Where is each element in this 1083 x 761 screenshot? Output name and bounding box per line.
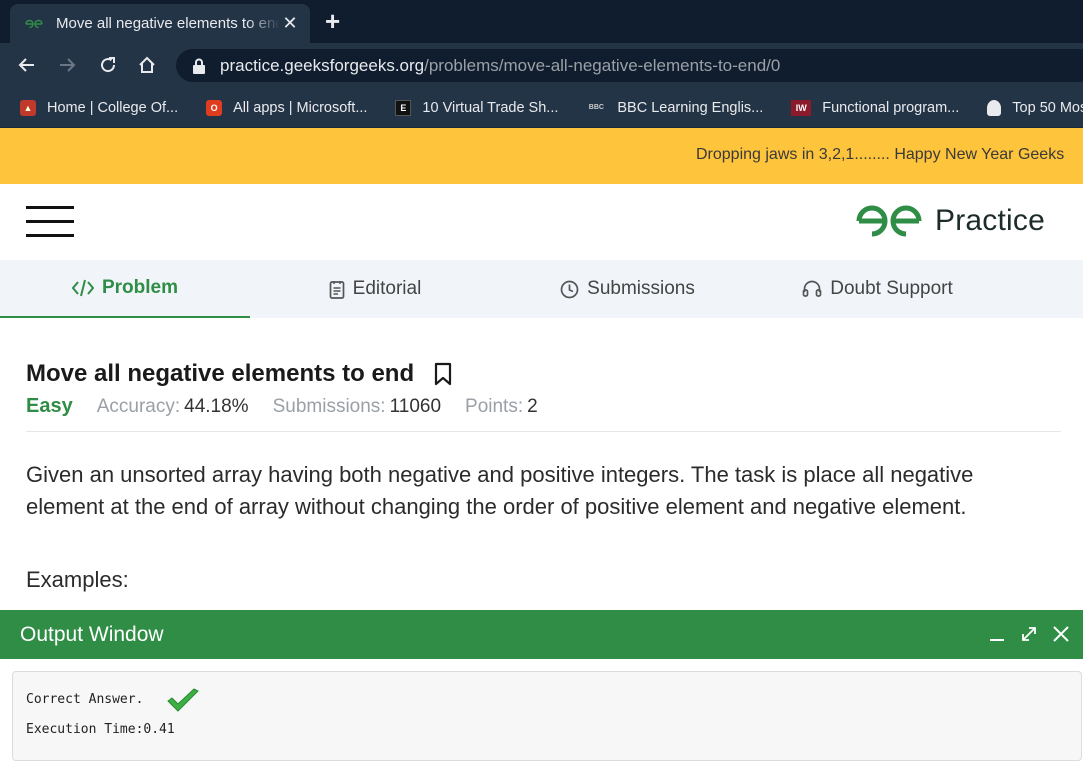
checkmark-icon [167,688,199,712]
tab-editorial[interactable]: Editorial [250,260,500,318]
browser-tab-bar: Move all negative elements to end ✕ + [0,0,1083,43]
logo-text: Practice [935,204,1045,237]
tab-problem[interactable]: Problem [0,260,250,318]
bookmark-label: BBC Learning Englis... [617,99,764,116]
tab-submissions[interactable]: Submissions [500,260,755,318]
home-button[interactable] [134,52,160,78]
meta-divider [26,431,1061,432]
maximize-icon[interactable] [1018,623,1040,645]
execution-time-text: Execution Time:0.41 [26,722,175,737]
forward-button[interactable] [54,52,80,78]
problem-tabs: Problem Editorial Submissions Doubt Supp… [0,260,1083,318]
bookmark-label: Functional program... [822,99,960,116]
office-icon: O [206,99,223,116]
gfg-practice-logo[interactable]: Practice [853,202,1045,240]
problem-title: Move all negative elements to end [26,360,415,387]
problem-title-row: Move all negative elements to end [26,360,452,388]
new-tab-button[interactable]: + [325,7,340,35]
promo-banner: Dropping jaws in 3,2,1........ Happy New… [0,128,1083,184]
tab-label: Problem [101,277,179,298]
bookmark-functional[interactable]: IW Functional program... [791,99,960,116]
problem-meta: Easy Accuracy: 44.18% Submissions: 11060… [26,395,562,418]
output-window-header: Output Window [0,610,1083,659]
clock-icon [560,280,579,299]
accuracy-value: 44.18% [184,396,249,417]
hamburger-menu-icon[interactable] [26,206,74,238]
tab-label: Editorial [352,278,422,299]
output-window-body: Correct Answer. Execution Time:0.41 [0,659,1083,761]
bookmark-microsoft[interactable]: O All apps | Microsoft... [206,99,368,116]
url-domain: practice.geeksforgeeks.org [220,55,425,75]
bookmark-top-50[interactable]: Top 50 Mos [987,99,1083,116]
points-label: Points: [465,396,524,417]
points-value: 2 [527,396,538,417]
banner-text[interactable]: Dropping jaws in 3,2,1........ Happy New… [696,146,1064,164]
bookmark-label: All apps | Microsoft... [233,99,368,116]
tab-doubt-support[interactable]: Doubt Support [755,260,1000,318]
address-bar[interactable]: practice.geeksforgeeks.org/problems/move… [176,49,1083,82]
browser-tab[interactable]: Move all negative elements to end ✕ [10,4,310,43]
reload-icon [101,57,116,73]
code-icon [71,279,94,297]
home-icon [139,56,155,73]
examples-heading: Examples: [26,567,129,592]
difficulty-badge: Easy [26,395,73,417]
bookmark-icon[interactable] [434,362,452,386]
back-button[interactable] [14,52,40,78]
lock-icon [193,58,205,74]
submissions-value: 11060 [389,396,442,417]
accuracy-label: Accuracy: [96,396,181,417]
forward-arrow-icon [60,58,76,72]
tab-title: Move all negative elements to end [56,15,280,32]
document-icon [329,280,345,299]
iw-icon: IW [791,99,812,116]
gfg-favicon-icon [25,19,43,28]
college-icon: ▲ [20,99,36,116]
ef-icon: E [395,99,412,116]
gfg-logo-icon [856,205,922,237]
bookmark-label: Top 50 Mos [1012,99,1083,116]
reload-button[interactable] [95,52,121,78]
bookmark-bbc[interactable]: BBC BBC Learning Englis... [586,100,763,116]
bookmarks-bar: ▲ Home | College Of... O All apps | Micr… [0,88,1083,128]
bookmark-label: Home | College Of... [47,99,179,116]
result-text: Correct Answer. [26,692,144,707]
output-window-title: Output Window [20,623,164,646]
browser-toolbar: practice.geeksforgeeks.org/problems/move… [0,43,1083,88]
ghost-icon [987,99,1002,116]
bookmark-label: 10 Virtual Trade Sh... [422,99,559,116]
tab-label: Submissions [587,278,695,299]
tab-label: Doubt Support [830,278,953,299]
problem-description: Given an unsorted array having both nega… [26,462,974,519]
bookmark-college[interactable]: ▲ Home | College Of... [20,99,179,116]
bbc-icon: BBC [588,104,604,111]
headset-icon [802,280,822,299]
tab-close-icon[interactable]: ✕ [280,13,300,34]
output-console: Correct Answer. Execution Time:0.41 [12,671,1082,761]
back-arrow-icon [18,58,34,72]
close-icon[interactable] [1050,623,1072,645]
url-path: /problems/move-all-negative-elements-to-… [424,55,781,75]
minimize-icon[interactable] [986,623,1008,645]
site-header: Practice [0,184,1083,260]
submissions-label: Submissions: [272,396,386,417]
bookmark-trade-show[interactable]: E 10 Virtual Trade Sh... [395,99,559,116]
